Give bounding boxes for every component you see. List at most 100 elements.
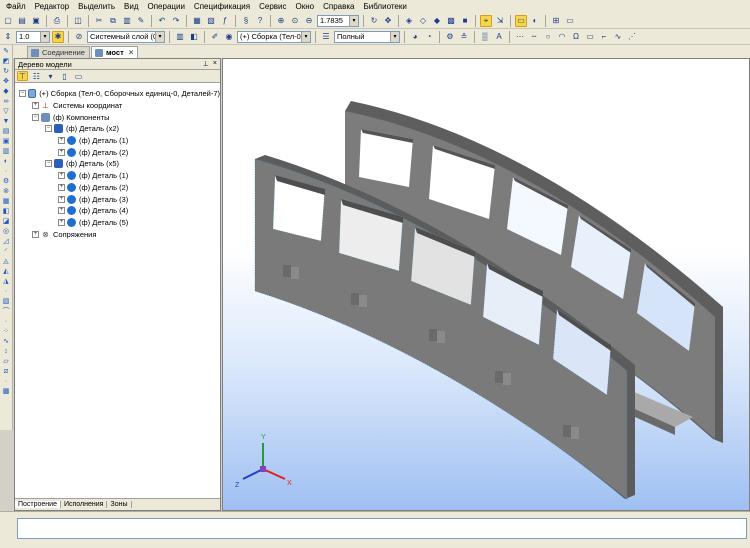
halftone-icon[interactable]: ▩	[445, 15, 457, 27]
spline-tool-icon[interactable]: ∿	[612, 31, 624, 43]
text-icon[interactable]: A	[493, 31, 505, 43]
zoom-out-icon[interactable]: ⊖	[303, 15, 315, 27]
assembly-combobox[interactable]: (+) Сборка (Тел-0, ( ▾	[237, 30, 311, 43]
expand-icon[interactable]: +	[58, 195, 65, 203]
diagnostic-icon[interactable]: ◐	[1, 157, 11, 166]
bend-icon[interactable]: ⌒	[1, 307, 11, 316]
attributes-icon[interactable]: ▥	[1, 147, 11, 156]
chamfer-icon[interactable]: ◿	[1, 237, 11, 246]
collapse-icon[interactable]: −	[19, 90, 26, 98]
current-part-icon[interactable]: ◉	[223, 31, 235, 43]
open-icon[interactable]: ▤	[16, 15, 28, 27]
redo-icon[interactable]: ↷	[170, 15, 182, 27]
measure-icon[interactable]: ▽	[1, 107, 11, 116]
display-mode-icon[interactable]: ☰	[320, 31, 332, 43]
expand-icon[interactable]: +	[32, 230, 39, 238]
step-combobox[interactable]: 1.0 ▾	[16, 30, 50, 43]
points-icon[interactable]: ⁘	[1, 327, 11, 336]
assembly-tools-icon[interactable]: ⚙	[1, 177, 11, 186]
zoom-in-icon[interactable]: ⊙	[289, 15, 301, 27]
tree-node[interactable]: − (ф) Деталь (x2)	[15, 123, 220, 135]
layers-manager-icon[interactable]: ▥	[174, 31, 186, 43]
undo-icon[interactable]: ↶	[156, 15, 168, 27]
tree-node[interactable]: + (ф) Деталь (2)	[15, 146, 220, 158]
array-icon[interactable]: ▦	[1, 197, 11, 206]
properties-icon[interactable]: ✎	[135, 15, 147, 27]
tree-view-mode-icon[interactable]: ☷	[31, 71, 42, 81]
help-pointer-icon[interactable]: ?	[254, 15, 266, 27]
preview-icon[interactable]: ◫	[72, 15, 84, 27]
menu-item[interactable]: Спецификация	[194, 2, 250, 11]
spec-icon[interactable]: ▤	[1, 127, 11, 136]
tree-node[interactable]: − (ф) Деталь (x5)	[15, 158, 220, 170]
new-document-icon[interactable]: ▢	[2, 15, 14, 27]
insert-component-icon[interactable]: ◆	[1, 87, 11, 96]
expand-icon[interactable]: +	[58, 137, 65, 145]
rectangle-tool-icon[interactable]: ▭	[584, 31, 596, 43]
edit-icon[interactable]: ✎	[1, 47, 11, 56]
show-structure-icon[interactable]: ▯	[59, 71, 70, 81]
tree-node[interactable]: + (ф) Деталь (5)	[15, 217, 220, 229]
menu-item[interactable]: Редактор	[35, 2, 69, 11]
pan-icon[interactable]: ✥	[382, 15, 394, 27]
link-icon[interactable]: ∞	[1, 97, 11, 106]
tree-node[interactable]: + (ф) Деталь (2)	[15, 182, 220, 194]
dimension-line-icon[interactable]: ⋯	[514, 31, 526, 43]
tree-node[interactable]: + (ф) Деталь (3)	[15, 193, 220, 205]
grid-snap-icon[interactable]: ✱	[52, 30, 64, 43]
surface-icon[interactable]: ◮	[1, 277, 11, 286]
zoom-combobox[interactable]: 1.7835 ▾	[317, 14, 359, 27]
hatch-tool-icon[interactable]: ⋰	[626, 31, 638, 43]
tree-icon[interactable]: ⊞	[550, 15, 562, 27]
collapse-icon[interactable]: −	[32, 113, 39, 121]
plane-icon[interactable]: ▱	[1, 357, 11, 366]
save-icon[interactable]: ▣	[30, 15, 42, 27]
texture-icon[interactable]: ◔	[423, 31, 435, 43]
copy-icon[interactable]: ⧉	[107, 15, 119, 27]
library-icon[interactable]: §	[240, 15, 252, 27]
variables-icon[interactable]: ▧	[205, 15, 217, 27]
filter-icon[interactable]: ▼	[1, 117, 11, 126]
hole-icon[interactable]: ◎	[1, 227, 11, 236]
layer-icon[interactable]: ⊘	[73, 31, 85, 43]
shell-icon[interactable]: ◭	[1, 267, 11, 276]
tree-node[interactable]: + (ф) Деталь (1)	[15, 170, 220, 182]
step-icon[interactable]: ⇕	[2, 31, 14, 43]
sheet-icon[interactable]: ▧	[1, 297, 11, 306]
tree-node[interactable]: + ⊗ Сопряжения	[15, 228, 220, 240]
model-viewport[interactable]: Y X Z	[222, 58, 750, 511]
rotate-icon[interactable]: ↻	[368, 15, 380, 27]
tree-tab[interactable]: Зоны	[107, 501, 132, 508]
cut-operation-icon[interactable]: ◪	[1, 217, 11, 226]
tree-node[interactable]: + (ф) Деталь (1)	[15, 135, 220, 147]
tab-connection[interactable]: Соединение	[27, 46, 90, 58]
tab-bridge[interactable]: мост ×	[90, 46, 139, 58]
command-line[interactable]	[17, 518, 747, 539]
function-icon[interactable]: ƒ	[219, 15, 231, 27]
cut-section-icon[interactable]: ⧄	[1, 367, 11, 376]
polyline-tool-icon[interactable]: ⌐	[598, 31, 610, 43]
select-filter-icon[interactable]: ⌖	[480, 14, 492, 27]
state-icon[interactable]: ◧	[188, 31, 200, 43]
tree-tab[interactable]: Построение	[15, 501, 61, 508]
tree-node[interactable]: + ⊥ Системы координат	[15, 100, 220, 112]
cut-icon[interactable]: ✂	[93, 15, 105, 27]
pin-icon[interactable]: ⊥	[203, 60, 209, 68]
menu-item[interactable]: Окно	[296, 2, 315, 11]
shaded-icon[interactable]: ■	[459, 15, 471, 27]
menu-item[interactable]: Вид	[124, 2, 138, 11]
bridge-model[interactable]: Y X Z	[223, 59, 750, 511]
mirror-icon[interactable]: ◧	[1, 207, 11, 216]
expand-icon[interactable]: +	[58, 183, 65, 191]
chevron-down-icon[interactable]: ▾	[301, 31, 310, 42]
report-icon[interactable]: ▣	[1, 137, 11, 146]
tree-node[interactable]: + (ф) Деталь (4)	[15, 205, 220, 217]
menu-item[interactable]: Библиотеки	[363, 2, 406, 11]
curve-icon[interactable]: ∿	[1, 337, 11, 346]
chain-line-icon[interactable]: ╌	[528, 31, 540, 43]
tree-tab[interactable]: Исполнения	[61, 501, 108, 508]
library-elements-icon[interactable]: ▩	[1, 387, 11, 396]
chevron-down-icon[interactable]: ▾	[349, 15, 358, 26]
chevron-down-icon[interactable]: ▾	[45, 71, 56, 81]
sketch-icon[interactable]: ▭	[515, 14, 527, 27]
